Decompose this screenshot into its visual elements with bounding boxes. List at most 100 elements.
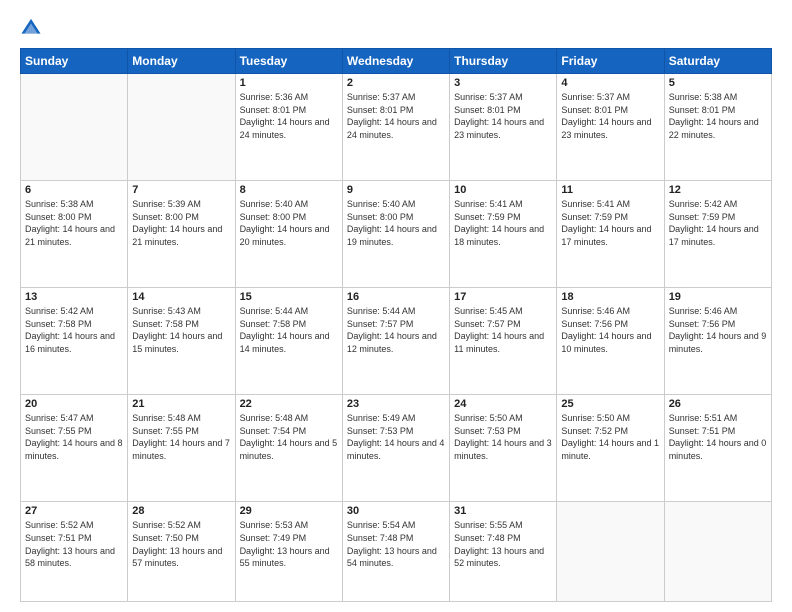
day-info: Sunrise: 5:49 AMSunset: 7:53 PMDaylight:…	[347, 412, 445, 462]
calendar-day-cell	[128, 74, 235, 181]
day-number: 27	[25, 505, 123, 517]
logo	[20, 16, 46, 38]
calendar-day-cell: 4 Sunrise: 5:37 AMSunset: 8:01 PMDaylight…	[557, 74, 664, 181]
calendar-day-cell: 28 Sunrise: 5:52 AMSunset: 7:50 PMDayligh…	[128, 502, 235, 602]
calendar-day-cell: 26 Sunrise: 5:51 AMSunset: 7:51 PMDayligh…	[664, 395, 771, 502]
day-number: 10	[454, 184, 552, 196]
day-number: 31	[454, 505, 552, 517]
calendar-day-cell: 17Sunrise: 5:45 AMSunset: 7:57 PMDayligh…	[450, 288, 557, 395]
calendar-day-cell: 22 Sunrise: 5:48 AMSunset: 7:54 PMDayligh…	[235, 395, 342, 502]
day-info: Sunrise: 5:50 AMSunset: 7:52 PMDaylight:…	[561, 412, 659, 462]
day-number: 3	[454, 77, 552, 89]
calendar-day-cell: 15Sunrise: 5:44 AMSunset: 7:58 PMDayligh…	[235, 288, 342, 395]
calendar-day-cell: 21 Sunrise: 5:48 AMSunset: 7:55 PMDayligh…	[128, 395, 235, 502]
day-number: 2	[347, 77, 445, 89]
day-info: Sunrise: 5:53 AMSunset: 7:49 PMDaylight:…	[240, 519, 338, 569]
calendar-day-cell: 31Sunrise: 5:55 AMSunset: 7:48 PMDayligh…	[450, 502, 557, 602]
calendar-day-cell: 5 Sunrise: 5:38 AMSunset: 8:01 PMDaylight…	[664, 74, 771, 181]
day-number: 14	[132, 291, 230, 303]
day-number: 12	[669, 184, 767, 196]
day-number: 11	[561, 184, 659, 196]
day-info: Sunrise: 5:51 AMSunset: 7:51 PMDaylight:…	[669, 412, 767, 462]
day-info: Sunrise: 5:40 AMSunset: 8:00 PMDaylight:…	[240, 198, 338, 248]
calendar-week-row: 20Sunrise: 5:47 AMSunset: 7:55 PMDayligh…	[21, 395, 772, 502]
weekday-cell: Sunday	[21, 49, 128, 74]
calendar-day-cell: 10 Sunrise: 5:41 AMSunset: 7:59 PMDayligh…	[450, 181, 557, 288]
day-info: Sunrise: 5:44 AMSunset: 7:57 PMDaylight:…	[347, 305, 445, 355]
day-info: Sunrise: 5:43 AMSunset: 7:58 PMDaylight:…	[132, 305, 230, 355]
day-number: 26	[669, 398, 767, 410]
calendar-day-cell: 13 Sunrise: 5:42 AMSunset: 7:58 PMDayligh…	[21, 288, 128, 395]
calendar-day-cell: 2 Sunrise: 5:37 AMSunset: 8:01 PMDaylight…	[342, 74, 449, 181]
day-info: Sunrise: 5:46 AMSunset: 7:56 PMDaylight:…	[669, 305, 767, 355]
day-info: Sunrise: 5:36 AMSunset: 8:01 PMDaylight:…	[240, 91, 338, 141]
calendar-day-cell: 25 Sunrise: 5:50 AMSunset: 7:52 PMDayligh…	[557, 395, 664, 502]
calendar-day-cell: 11 Sunrise: 5:41 AMSunset: 7:59 PMDayligh…	[557, 181, 664, 288]
day-number: 21	[132, 398, 230, 410]
calendar-week-row: 27Sunrise: 5:52 AMSunset: 7:51 PMDayligh…	[21, 502, 772, 602]
day-number: 28	[132, 505, 230, 517]
day-info: Sunrise: 5:42 AMSunset: 7:59 PMDaylight:…	[669, 198, 767, 248]
day-number: 19	[669, 291, 767, 303]
day-info: Sunrise: 5:38 AMSunset: 8:01 PMDaylight:…	[669, 91, 767, 141]
day-number: 18	[561, 291, 659, 303]
day-number: 8	[240, 184, 338, 196]
day-info: Sunrise: 5:41 AMSunset: 7:59 PMDaylight:…	[454, 198, 552, 248]
day-number: 23	[347, 398, 445, 410]
weekday-cell: Wednesday	[342, 49, 449, 74]
day-number: 29	[240, 505, 338, 517]
logo-icon	[20, 16, 42, 38]
day-number: 30	[347, 505, 445, 517]
calendar-day-cell: 7 Sunrise: 5:39 AMSunset: 8:00 PMDaylight…	[128, 181, 235, 288]
day-info: Sunrise: 5:39 AMSunset: 8:00 PMDaylight:…	[132, 198, 230, 248]
calendar-day-cell: 30 Sunrise: 5:54 AMSunset: 7:48 PMDayligh…	[342, 502, 449, 602]
day-info: Sunrise: 5:42 AMSunset: 7:58 PMDaylight:…	[25, 305, 123, 355]
day-number: 13	[25, 291, 123, 303]
weekday-header-row: SundayMondayTuesdayWednesdayThursdayFrid…	[21, 49, 772, 74]
calendar-day-cell: 1Sunrise: 5:36 AMSunset: 8:01 PMDaylight…	[235, 74, 342, 181]
calendar-day-cell: 6 Sunrise: 5:38 AMSunset: 8:00 PMDaylight…	[21, 181, 128, 288]
calendar-week-row: 6 Sunrise: 5:38 AMSunset: 8:00 PMDaylight…	[21, 181, 772, 288]
day-info: Sunrise: 5:41 AMSunset: 7:59 PMDaylight:…	[561, 198, 659, 248]
calendar-day-cell: 3 Sunrise: 5:37 AMSunset: 8:01 PMDaylight…	[450, 74, 557, 181]
calendar-day-cell: 14 Sunrise: 5:43 AMSunset: 7:58 PMDayligh…	[128, 288, 235, 395]
calendar-day-cell	[21, 74, 128, 181]
calendar-day-cell: 29 Sunrise: 5:53 AMSunset: 7:49 PMDayligh…	[235, 502, 342, 602]
day-number: 5	[669, 77, 767, 89]
day-info: Sunrise: 5:50 AMSunset: 7:53 PMDaylight:…	[454, 412, 552, 462]
calendar-day-cell	[557, 502, 664, 602]
calendar-day-cell	[664, 502, 771, 602]
day-info: Sunrise: 5:37 AMSunset: 8:01 PMDaylight:…	[347, 91, 445, 141]
calendar-week-row: 1Sunrise: 5:36 AMSunset: 8:01 PMDaylight…	[21, 74, 772, 181]
calendar-body: 1Sunrise: 5:36 AMSunset: 8:01 PMDaylight…	[21, 74, 772, 602]
day-info: Sunrise: 5:52 AMSunset: 7:50 PMDaylight:…	[132, 519, 230, 569]
day-number: 22	[240, 398, 338, 410]
day-info: Sunrise: 5:40 AMSunset: 8:00 PMDaylight:…	[347, 198, 445, 248]
day-number: 15	[240, 291, 338, 303]
day-info: Sunrise: 5:37 AMSunset: 8:01 PMDaylight:…	[454, 91, 552, 141]
day-info: Sunrise: 5:54 AMSunset: 7:48 PMDaylight:…	[347, 519, 445, 569]
page: SundayMondayTuesdayWednesdayThursdayFrid…	[0, 0, 792, 612]
calendar-day-cell: 8 Sunrise: 5:40 AMSunset: 8:00 PMDaylight…	[235, 181, 342, 288]
day-number: 4	[561, 77, 659, 89]
weekday-cell: Thursday	[450, 49, 557, 74]
weekday-cell: Tuesday	[235, 49, 342, 74]
weekday-cell: Monday	[128, 49, 235, 74]
day-number: 9	[347, 184, 445, 196]
day-number: 24	[454, 398, 552, 410]
weekday-cell: Friday	[557, 49, 664, 74]
day-info: Sunrise: 5:37 AMSunset: 8:01 PMDaylight:…	[561, 91, 659, 141]
calendar-day-cell: 19 Sunrise: 5:46 AMSunset: 7:56 PMDayligh…	[664, 288, 771, 395]
calendar-day-cell: 20Sunrise: 5:47 AMSunset: 7:55 PMDayligh…	[21, 395, 128, 502]
calendar-day-cell: 9 Sunrise: 5:40 AMSunset: 8:00 PMDaylight…	[342, 181, 449, 288]
day-info: Sunrise: 5:48 AMSunset: 7:54 PMDaylight:…	[240, 412, 338, 462]
calendar-day-cell: 18Sunrise: 5:46 AMSunset: 7:56 PMDayligh…	[557, 288, 664, 395]
calendar-day-cell: 23 Sunrise: 5:49 AMSunset: 7:53 PMDayligh…	[342, 395, 449, 502]
day-number: 7	[132, 184, 230, 196]
day-info: Sunrise: 5:38 AMSunset: 8:00 PMDaylight:…	[25, 198, 123, 248]
calendar-day-cell: 12 Sunrise: 5:42 AMSunset: 7:59 PMDayligh…	[664, 181, 771, 288]
day-info: Sunrise: 5:48 AMSunset: 7:55 PMDaylight:…	[132, 412, 230, 462]
day-number: 25	[561, 398, 659, 410]
day-info: Sunrise: 5:45 AMSunset: 7:57 PMDaylight:…	[454, 305, 552, 355]
day-number: 6	[25, 184, 123, 196]
